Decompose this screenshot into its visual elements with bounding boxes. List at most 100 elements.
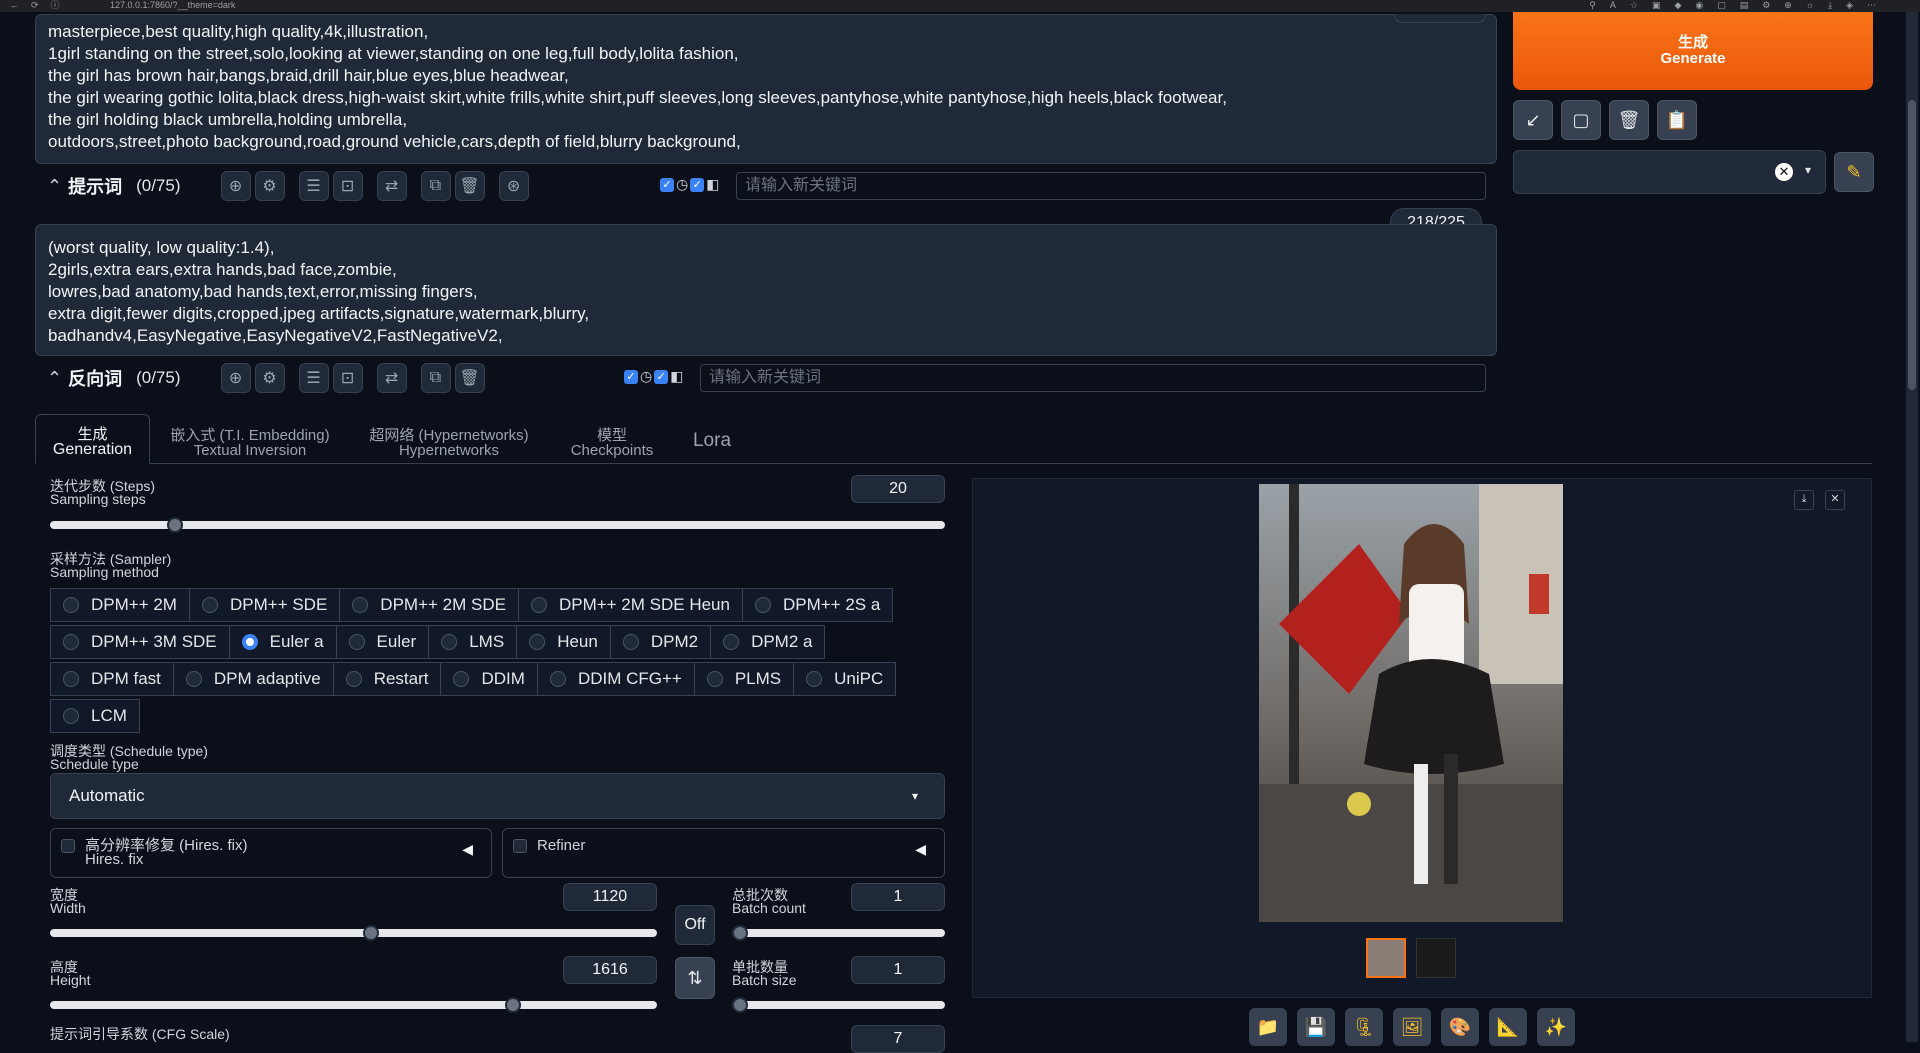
sampler-option[interactable]: DPM++ 2S a: [741, 588, 894, 622]
sampler-option[interactable]: Heun: [516, 625, 611, 659]
ai-spiral-icon[interactable]: ⊛: [498, 171, 529, 201]
batch-count-slider-thumb[interactable]: [732, 925, 748, 941]
tab-lora[interactable]: Lora: [680, 430, 744, 452]
width-slider-track[interactable]: [50, 929, 657, 937]
batch-count-number-input[interactable]: 1: [851, 883, 945, 911]
gallery-thumbnail-2[interactable]: [1416, 938, 1456, 978]
collapse-triangle-icon[interactable]: ◀: [915, 841, 926, 858]
checkbox-checked-icon[interactable]: ✓: [654, 369, 669, 384]
clear-x-icon[interactable]: ✕: [1775, 163, 1793, 181]
history-icon[interactable]: ◷: [676, 176, 688, 193]
negative-prompt-textarea[interactable]: (worst quality, low quality:1.4), 2girls…: [35, 224, 1497, 356]
folder-icon[interactable]: 📁: [1249, 1008, 1287, 1046]
edit-pencil-icon[interactable]: ✎: [1834, 152, 1874, 192]
image-to-image-icon[interactable]: 🖼: [1393, 1008, 1431, 1046]
steps-slider-thumb[interactable]: [166, 517, 183, 533]
checkbox-checked-icon[interactable]: ✓: [660, 177, 674, 192]
generate-button[interactable]: 生成 Generate: [1513, 12, 1873, 90]
browser-extension-icons[interactable]: ⚲A☆▣◆◉▢▤⚙⊕☼⤓◈⋯: [1589, 0, 1890, 10]
height-slider-track[interactable]: [50, 1001, 657, 1009]
positive-prompt-textarea[interactable]: masterpiece,best quality,high quality,4k…: [35, 14, 1497, 164]
aspect-off-button[interactable]: Off: [675, 905, 715, 945]
sampler-option[interactable]: DPM++ 2M: [50, 588, 190, 622]
collapse-triangle-icon[interactable]: ◀: [462, 841, 473, 858]
clipboard-icon[interactable]: 📋: [1657, 100, 1697, 140]
positive-keyword-input[interactable]: 请输入新关键词: [736, 172, 1486, 200]
copy-icon[interactable]: ⧉: [420, 363, 451, 393]
hires-fix-accordion[interactable]: 高分辨率修复 (Hires. fix) Hires. fix ◀: [50, 828, 492, 878]
collapse-icon[interactable]: ⌃: [47, 368, 62, 389]
paste-square-icon[interactable]: ▢: [1561, 100, 1601, 140]
sampler-option[interactable]: Euler a: [228, 625, 337, 659]
height-slider-thumb[interactable]: [505, 997, 522, 1013]
chevron-down-icon[interactable]: ▾: [1805, 163, 1811, 177]
save-icon[interactable]: 💾: [1297, 1008, 1335, 1046]
sampler-option[interactable]: LCM: [50, 699, 140, 733]
steps-number-input[interactable]: 20: [851, 475, 945, 503]
width-number-input[interactable]: 1120: [563, 883, 657, 911]
sampler-option[interactable]: DPM++ 2M SDE Heun: [517, 588, 743, 622]
bookmark-icon[interactable]: ⊡: [332, 171, 363, 201]
height-number-input[interactable]: 1616: [563, 956, 657, 984]
sampler-option[interactable]: DPM2: [609, 625, 712, 659]
generated-image-preview[interactable]: [1259, 484, 1563, 922]
zip-icon[interactable]: 🗜: [1345, 1008, 1383, 1046]
download-icon[interactable]: ⤓: [1794, 490, 1814, 510]
translate-text-icon[interactable]: ⇄: [376, 171, 407, 201]
sampler-option[interactable]: DPM++ 3M SDE: [50, 625, 230, 659]
palette-icon[interactable]: 🎨: [1441, 1008, 1479, 1046]
sampler-option[interactable]: UniPC: [793, 662, 897, 696]
ruler-icon[interactable]: 📐: [1489, 1008, 1527, 1046]
sampler-option[interactable]: DDIM CFG++: [536, 662, 695, 696]
sampler-option[interactable]: DPM++ 2M SDE: [339, 588, 519, 622]
tab-generation[interactable]: 生成 Generation: [35, 414, 150, 464]
scrollbar-thumb[interactable]: [1908, 100, 1916, 390]
refiner-accordion[interactable]: Refiner ◀: [502, 828, 945, 878]
trash-icon[interactable]: 🗑: [1609, 100, 1649, 140]
import-list-icon[interactable]: ☰: [298, 363, 329, 393]
browser-url[interactable]: 127.0.0.1:7860/?__theme=dark: [110, 0, 235, 10]
checkbox-checked-icon[interactable]: ✓: [690, 177, 705, 192]
copy-icon[interactable]: ⧉: [420, 171, 451, 201]
checkbox-checked-icon[interactable]: ✓: [624, 369, 638, 384]
cfg-number-input[interactable]: 7: [851, 1025, 945, 1053]
settings-gear-icon[interactable]: ⚙: [254, 363, 285, 393]
tab-hypernetworks[interactable]: 超网络 (Hypernetworks) Hypernetworks: [356, 428, 542, 458]
refiner-checkbox[interactable]: [513, 839, 527, 853]
batch-size-number-input[interactable]: 1: [851, 956, 945, 984]
tab-textual-inversion[interactable]: 嵌入式 (T.I. Embedding) Textual Inversion: [160, 428, 340, 458]
negative-keyword-input[interactable]: 请输入新关键词: [700, 364, 1486, 392]
swap-dimensions-icon[interactable]: ⇅: [675, 957, 715, 999]
batch-size-slider-thumb[interactable]: [732, 997, 748, 1013]
sampler-option[interactable]: DDIM: [440, 662, 538, 696]
bookmark-icon[interactable]: ⊡: [332, 363, 363, 393]
hires-fix-checkbox[interactable]: [61, 839, 75, 853]
translate-globe-icon[interactable]: ⊕: [220, 363, 251, 393]
close-icon[interactable]: ✕: [1825, 490, 1845, 510]
panel-icon[interactable]: ◧: [670, 368, 683, 385]
settings-gear-icon[interactable]: ⚙: [254, 171, 285, 201]
trash-icon[interactable]: 🗑: [454, 171, 485, 201]
sampler-option[interactable]: Euler: [335, 625, 430, 659]
browser-nav-icons[interactable]: ←⟳ⓘ: [10, 0, 72, 10]
sparkle-icon[interactable]: ✨: [1537, 1008, 1575, 1046]
panel-icon[interactable]: ◧: [706, 176, 719, 193]
translate-text-icon[interactable]: ⇄: [376, 363, 407, 393]
sampler-option[interactable]: DPM2 a: [710, 625, 826, 659]
sampler-option[interactable]: DPM fast: [50, 662, 174, 696]
tab-checkpoints[interactable]: 模型 Checkpoints: [560, 428, 664, 458]
translate-globe-icon[interactable]: ⊕: [220, 171, 251, 201]
batch-size-slider-track[interactable]: [732, 1001, 945, 1009]
sampler-option[interactable]: LMS: [428, 625, 518, 659]
collapse-icon[interactable]: ⌃: [47, 176, 62, 197]
sampler-option[interactable]: DPM adaptive: [172, 662, 334, 696]
history-icon[interactable]: ◷: [640, 368, 652, 385]
steps-slider-track[interactable]: [50, 521, 945, 529]
gallery-thumbnail-1[interactable]: [1366, 938, 1406, 978]
sampler-option[interactable]: Restart: [332, 662, 442, 696]
import-list-icon[interactable]: ☰: [298, 171, 329, 201]
sampler-option[interactable]: DPM++ SDE: [188, 588, 341, 622]
trash-icon[interactable]: 🗑: [454, 363, 485, 393]
width-slider-thumb[interactable]: [363, 925, 380, 941]
styles-dropdown[interactable]: ✕ ▾: [1513, 150, 1826, 194]
